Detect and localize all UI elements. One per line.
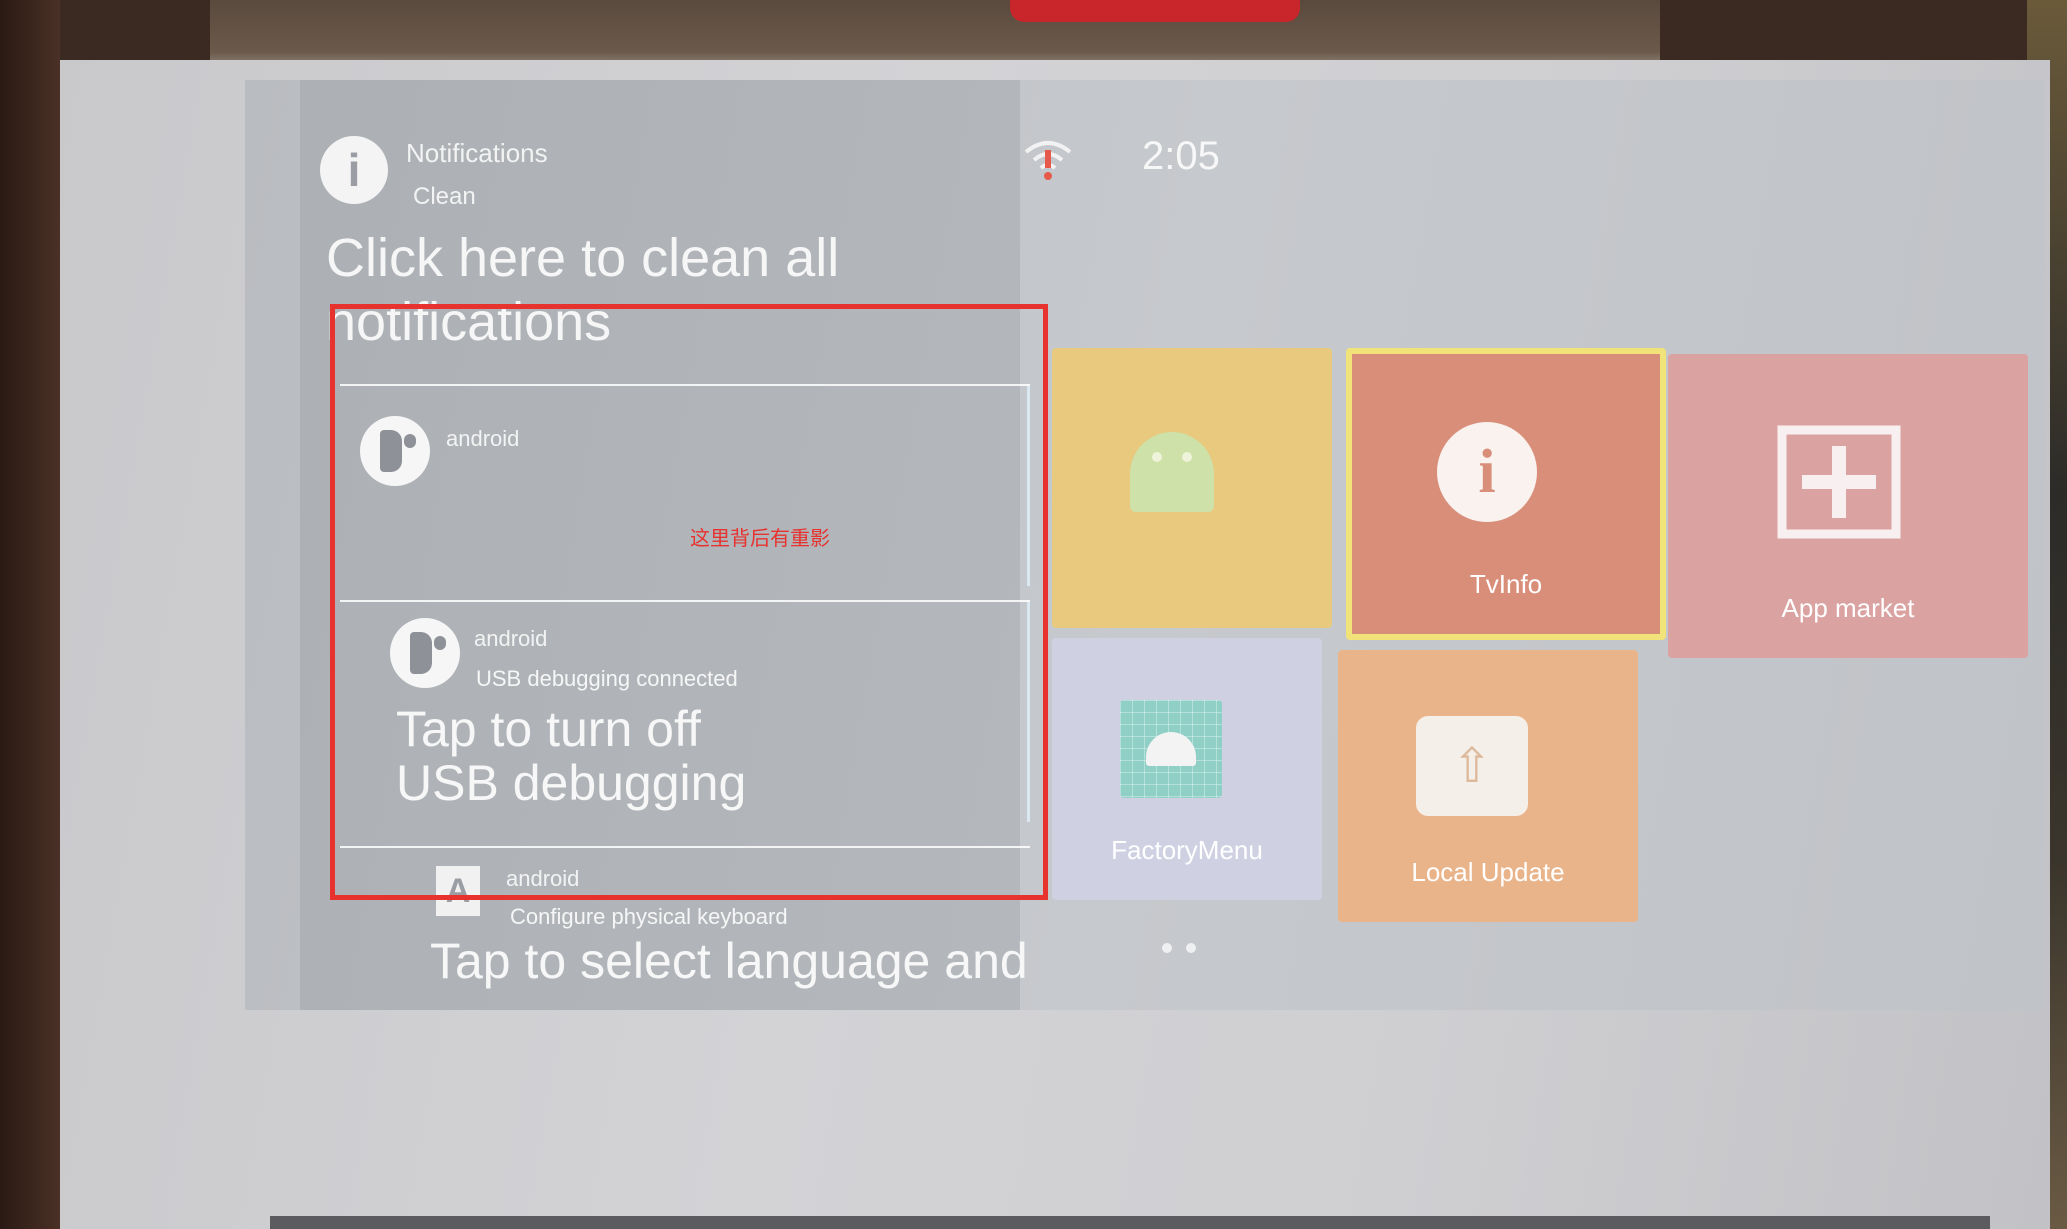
market-plus-icon bbox=[1777, 425, 1901, 539]
notifications-title: Notifications bbox=[406, 138, 548, 168]
upload-arrow-icon: ⇧ bbox=[1416, 716, 1528, 816]
tile-label: App market bbox=[1781, 593, 1915, 623]
android-robot-icon bbox=[1130, 432, 1214, 512]
wifi-alert-icon bbox=[1024, 141, 1072, 180]
clean-button[interactable]: Clean bbox=[413, 183, 476, 211]
clock: 2:05 bbox=[1142, 134, 1220, 178]
tile-label: FactoryMenu bbox=[1111, 835, 1263, 865]
annotation-box bbox=[330, 304, 1048, 900]
wall-left bbox=[0, 0, 60, 1229]
tile-label: Local Update bbox=[1411, 857, 1565, 887]
tile-label: TvInfo bbox=[1469, 569, 1543, 599]
info-icon: i bbox=[1437, 422, 1537, 522]
annotation-text: 这里背后有重影 bbox=[690, 528, 830, 550]
red-object bbox=[1010, 0, 1300, 22]
page-dot bbox=[1162, 943, 1172, 953]
screen-bottom-edge bbox=[270, 1216, 1990, 1229]
factory-android-icon bbox=[1120, 700, 1222, 798]
page-indicator bbox=[1162, 940, 1210, 958]
notification-body: Tap to select language and bbox=[430, 933, 1028, 989]
notification-title: Configure physical keyboard bbox=[510, 904, 788, 929]
page-dot bbox=[1186, 943, 1196, 953]
info-icon: i bbox=[320, 136, 388, 204]
